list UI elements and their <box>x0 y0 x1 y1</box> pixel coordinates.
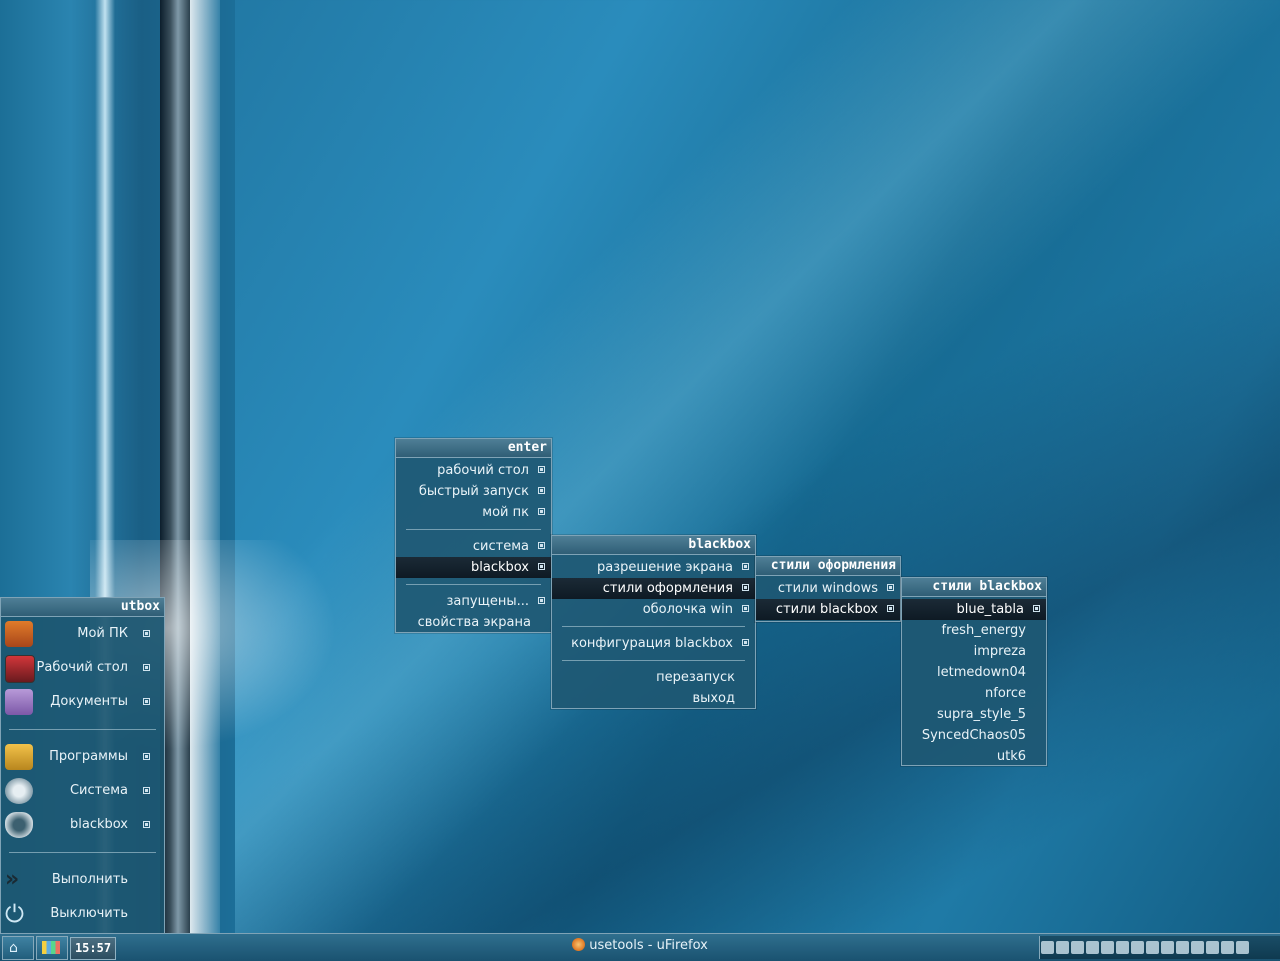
menu-item-blackbox-config[interactable]: конфигурация blackbox <box>552 633 755 654</box>
tray-icon[interactable] <box>1131 941 1144 954</box>
sidebar-item-programs[interactable]: Программы <box>1 740 164 774</box>
menu-title: blackbox <box>552 536 755 555</box>
folder-documents-icon <box>5 689 33 715</box>
tray-icon[interactable] <box>1221 941 1234 954</box>
sidebar-item-shutdown[interactable]: ⏻ Выключить <box>1 897 164 931</box>
sidebar-item-run[interactable]: » Выполнить <box>1 863 164 897</box>
sidebar-item-documents[interactable]: Документы <box>1 685 164 719</box>
menu-item-display-properties[interactable]: свойства экрана <box>396 612 551 633</box>
menu-title: enter <box>396 439 551 458</box>
submenu-arrow-icon <box>538 466 545 473</box>
menu-separator <box>406 584 541 585</box>
submenu-arrow-icon <box>143 787 150 794</box>
style-item[interactable]: impreza <box>902 641 1046 662</box>
tray-icon[interactable] <box>1086 941 1099 954</box>
menu-item-blackbox-styles[interactable]: стили blackbox <box>756 599 900 620</box>
tray-icon[interactable] <box>1041 941 1054 954</box>
power-icon: ⏻ <box>5 900 24 928</box>
programs-folder-icon <box>5 744 33 770</box>
blackbox-styles-menu: стили blackbox blue_tabla fresh_energy i… <box>901 577 1047 766</box>
submenu-arrow-icon <box>143 664 150 671</box>
enter-menu: enter рабочий стол быстрый запуск мой пк… <box>395 438 552 633</box>
taskbar: ⌂ 15:57 usetools - uFirefox <box>0 933 1280 961</box>
style-item[interactable]: fresh_energy <box>902 620 1046 641</box>
tray-icon[interactable] <box>1056 941 1069 954</box>
menu-item-windows-styles[interactable]: стили windows <box>756 578 900 599</box>
submenu-arrow-icon <box>143 753 150 760</box>
menu-title: стили blackbox <box>902 578 1046 597</box>
system-tray <box>1039 936 1280 959</box>
menu-item-screen-resolution[interactable]: разрешение экрана <box>552 557 755 578</box>
tray-icon[interactable] <box>1116 941 1129 954</box>
menu-item-restart[interactable]: перезапуск <box>552 667 755 688</box>
run-chevrons-icon: » <box>5 867 20 892</box>
submenu-arrow-icon <box>742 605 749 612</box>
sidebar-item-my-pc[interactable]: Мой ПК <box>1 617 164 651</box>
shield-icon <box>5 812 33 838</box>
menu-separator <box>562 626 745 627</box>
submenu-arrow-icon <box>538 563 545 570</box>
tray-icon[interactable] <box>1206 941 1219 954</box>
menu-separator <box>406 529 541 530</box>
home-icon <box>5 621 33 647</box>
tray-icon[interactable] <box>1101 941 1114 954</box>
menu-item-desktop[interactable]: рабочий стол <box>396 460 551 481</box>
tray-icon[interactable] <box>1176 941 1189 954</box>
submenu-arrow-icon <box>143 698 150 705</box>
submenu-arrow-icon <box>887 605 894 612</box>
tray-icon[interactable] <box>1191 941 1204 954</box>
menu-separator <box>9 729 156 730</box>
monitor-icon <box>5 655 35 683</box>
menu-separator <box>9 852 156 853</box>
menu-item-blackbox[interactable]: blackbox <box>396 557 551 578</box>
style-item[interactable]: blue_tabla <box>902 599 1046 620</box>
submenu-arrow-icon <box>538 487 545 494</box>
menu-item-styles[interactable]: стили оформления <box>552 578 755 599</box>
submenu-arrow-icon <box>742 584 749 591</box>
style-item[interactable]: letmedown04 <box>902 662 1046 683</box>
blackbox-menu: blackbox разрешение экрана стили оформле… <box>551 535 756 709</box>
style-item[interactable]: SyncedChaos05 <box>902 725 1046 746</box>
submenu-arrow-icon <box>143 821 150 828</box>
submenu-arrow-icon <box>887 584 894 591</box>
submenu-arrow-icon <box>742 639 749 646</box>
menu-separator <box>562 660 745 661</box>
tray-icon[interactable] <box>1161 941 1174 954</box>
gear-icon <box>5 778 33 804</box>
panel-title: utbox <box>1 598 164 617</box>
menu-item-my-pc[interactable]: мой пк <box>396 502 551 523</box>
submenu-arrow-icon <box>143 630 150 637</box>
menu-item-quick-launch[interactable]: быстрый запуск <box>396 481 551 502</box>
styles-menu: стили оформления стили windows стили bla… <box>755 556 901 622</box>
menu-item-system[interactable]: система <box>396 536 551 557</box>
tray-icon[interactable] <box>1146 941 1159 954</box>
menu-item-exit[interactable]: выход <box>552 688 755 709</box>
menu-item-win-shell[interactable]: оболочка win <box>552 599 755 620</box>
sidebar-item-desktop[interactable]: Рабочий стол <box>1 651 164 685</box>
firefox-icon <box>572 938 586 951</box>
submenu-arrow-icon <box>742 563 749 570</box>
tray-icon[interactable] <box>1236 941 1249 954</box>
style-item[interactable]: nforce <box>902 683 1046 704</box>
style-item[interactable]: utk6 <box>902 746 1046 767</box>
sidebar-item-system[interactable]: Система <box>1 774 164 808</box>
sidebar-item-blackbox[interactable]: blackbox <box>1 808 164 842</box>
selected-marker-icon <box>1033 605 1040 612</box>
submenu-arrow-icon <box>538 508 545 515</box>
utbox-panel: utbox Мой ПК Рабочий стол Документы Прог… <box>0 597 165 935</box>
style-item[interactable]: supra_style_5 <box>902 704 1046 725</box>
menu-title: стили оформления <box>756 557 900 576</box>
menu-item-running[interactable]: запущены... <box>396 591 551 612</box>
wallpaper-bright-stripe <box>190 0 220 935</box>
submenu-arrow-icon <box>538 542 545 549</box>
tray-icon[interactable] <box>1071 941 1084 954</box>
submenu-arrow-icon <box>538 597 545 604</box>
